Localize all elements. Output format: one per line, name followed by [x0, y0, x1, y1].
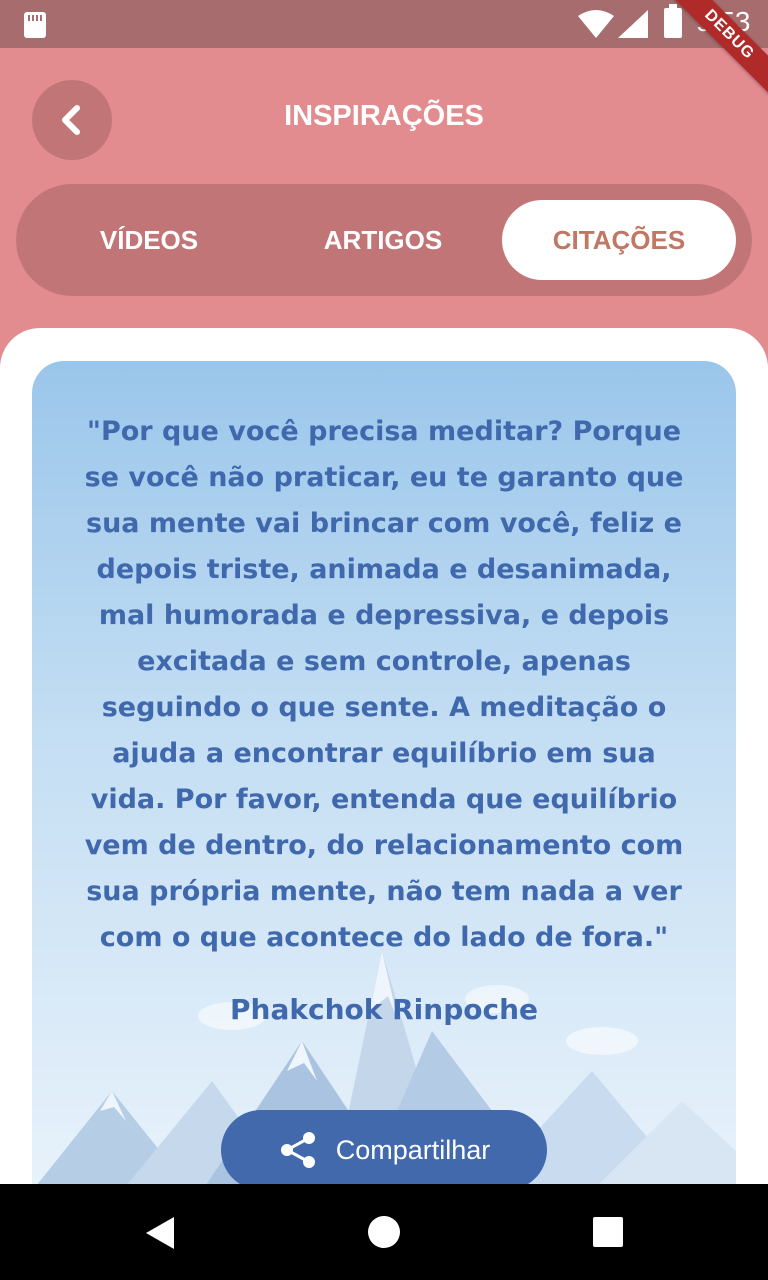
quote-card: "Por que você precisa meditar? Porque se… [32, 361, 736, 1191]
share-icon [280, 1132, 315, 1168]
home-nav-icon[interactable] [367, 1215, 401, 1249]
quote-text: "Por que você precisa meditar? Porque se… [84, 416, 684, 953]
wifi-icon [578, 10, 614, 38]
share-button-label: Compartilhar [335, 1134, 491, 1165]
share-button[interactable]: Compartilhar [221, 1110, 547, 1190]
back-nav-icon[interactable] [144, 1216, 176, 1250]
tab-citacoes[interactable]: CITAÇÕES [502, 200, 736, 280]
status-bar: 9:53 DEBUG [0, 0, 768, 105]
signal-icon [618, 10, 648, 38]
tab-artigos[interactable]: ARTIGOS [266, 200, 500, 280]
tab-bar: VÍDEOS ARTIGOS CITAÇÕES [16, 184, 752, 296]
sd-card-icon [24, 12, 46, 38]
navigation-bar [0, 1184, 768, 1280]
battery-icon [664, 4, 682, 38]
page-title: INSPIRAÇÕES [284, 100, 484, 132]
recents-nav-icon[interactable] [592, 1216, 624, 1248]
quote-author: Phakchok Rinpoche [230, 993, 538, 1026]
tab-videos[interactable]: VÍDEOS [32, 200, 266, 280]
